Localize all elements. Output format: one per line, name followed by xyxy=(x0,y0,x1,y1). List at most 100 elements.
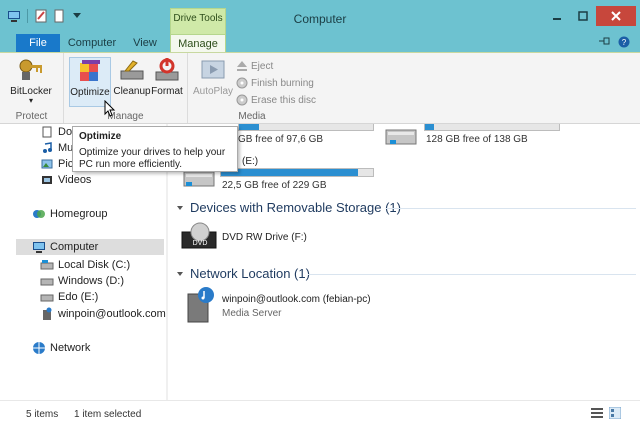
cleanup-icon xyxy=(118,57,146,83)
format-label: Format xyxy=(151,86,183,97)
eject-icon xyxy=(237,61,247,71)
finish-burning-button[interactable]: Finish burning xyxy=(236,75,314,91)
section-removable-storage[interactable]: Devices with Removable Storage (1) xyxy=(176,200,401,215)
tab-file[interactable]: File xyxy=(16,34,60,52)
nav-item-edo-e[interactable]: Edo (E:) xyxy=(40,289,98,305)
nav-item-label: Mu xyxy=(58,142,74,154)
nav-item-label: Videos xyxy=(58,174,92,186)
bitlocker-button[interactable]: BitLocker ▾ xyxy=(10,57,52,107)
section-divider xyxy=(386,208,636,209)
nav-item-documents[interactable]: Do xyxy=(40,124,72,140)
documents-icon xyxy=(40,125,54,139)
tab-manage[interactable]: Manage xyxy=(170,34,226,52)
drive-usage-fill xyxy=(425,124,435,130)
format-icon xyxy=(153,57,181,83)
nav-item-winpoin[interactable]: winpoin@outlook.com (f xyxy=(40,306,176,322)
close-button[interactable] xyxy=(596,6,636,26)
help-icon[interactable]: ? xyxy=(618,36,630,51)
burn-disc-icon xyxy=(236,77,248,89)
svg-text:DVD: DVD xyxy=(193,240,208,247)
status-item-count: 5 items xyxy=(26,409,59,420)
collapse-chevron-icon[interactable] xyxy=(176,200,184,215)
tab-view[interactable]: View xyxy=(124,34,166,52)
drive-icon xyxy=(40,290,54,304)
collapse-chevron-icon[interactable] xyxy=(176,266,184,281)
nav-item-network[interactable]: Network xyxy=(32,340,90,356)
tab-computer[interactable]: Computer xyxy=(64,34,120,52)
drive-icon xyxy=(40,274,54,288)
nav-item-music[interactable]: Mu xyxy=(40,140,73,156)
dvd-drive-icon: DVD xyxy=(181,222,217,249)
autoplay-button[interactable]: AutoPlay xyxy=(192,57,234,107)
optimize-icon xyxy=(76,58,104,84)
ribbon-group-manage: Optimize Cleanup Format Manage xyxy=(64,53,188,123)
nav-item-computer[interactable]: Computer xyxy=(16,239,164,255)
erase-disc-button[interactable]: Erase this disc xyxy=(236,92,316,108)
group-label-media: Media xyxy=(238,111,266,122)
nav-item-videos[interactable]: Videos xyxy=(40,172,91,188)
drive-usage-bar xyxy=(220,168,374,177)
windows-drive-icon xyxy=(385,129,417,145)
optimize-label: Optimize xyxy=(70,87,110,98)
chevron-down-icon: ▾ xyxy=(28,96,33,105)
erase-disc-label: Erase this disc xyxy=(251,94,317,106)
ribbon-controls: ? xyxy=(598,36,630,51)
content-pane: GB free of 97,6 GB 128 GB free of 138 GB… xyxy=(168,124,640,400)
dvd-drive-name: DVD RW Drive (F:) xyxy=(222,232,307,243)
maximize-button[interactable] xyxy=(570,6,596,26)
status-selected-count: 1 item selected xyxy=(74,409,142,420)
section-network-location[interactable]: Network Location (1) xyxy=(176,266,310,281)
group-label-manage: Manage xyxy=(107,111,144,122)
nav-item-windows-d[interactable]: Windows (D:) xyxy=(40,273,124,289)
windows-drive-icon xyxy=(40,258,54,272)
ribbon-manage: BitLocker ▾ Protect Optimize Cleanup For… xyxy=(0,52,640,124)
media-server-icon xyxy=(187,287,214,323)
eject-label: Eject xyxy=(251,60,274,72)
nav-item-label: winpoin@outlook.com (f xyxy=(58,308,176,320)
nav-item-local-disk-c[interactable]: Local Disk (C:) xyxy=(40,257,130,273)
pictures-icon xyxy=(40,157,54,171)
window-controls xyxy=(544,6,636,26)
homegroup-icon xyxy=(32,207,46,221)
nav-item-label: Network xyxy=(50,342,91,354)
nav-item-homegroup[interactable]: Homegroup xyxy=(32,206,107,222)
pin-ribbon-icon[interactable] xyxy=(598,36,612,51)
tooltip-text: Optimize your drives to help your PC run… xyxy=(79,147,226,170)
nav-item-label: Edo (E:) xyxy=(58,291,99,303)
optimize-tooltip: Optimize Optimize your drives to help yo… xyxy=(72,126,238,172)
minimize-button[interactable] xyxy=(544,6,570,26)
drive-free-space: 22,5 GB free of 229 GB xyxy=(222,180,327,191)
nav-item-pictures[interactable]: Pic xyxy=(40,156,73,172)
drive-free-space: GB free of 97,6 GB xyxy=(238,134,324,145)
drive-tile-local-disk[interactable]: 128 GB free of 138 GB xyxy=(380,124,580,154)
media-server-type: Media Server xyxy=(222,308,282,319)
computer-icon xyxy=(32,240,46,254)
tiles-view-icon[interactable] xyxy=(608,406,622,420)
drive-tile-windows-d[interactable]: GB free of 97,6 GB xyxy=(238,124,378,152)
media-server-tile[interactable]: winpoin@outlook.com (febian-pc) Media Se… xyxy=(180,286,440,326)
erase-disc-icon xyxy=(236,94,248,106)
bitlocker-icon xyxy=(17,57,45,83)
music-icon xyxy=(40,141,54,155)
group-label-protect: Protect xyxy=(15,111,48,122)
drive-usage-fill xyxy=(221,169,358,176)
nav-item-label: Local Disk (C:) xyxy=(58,259,131,271)
nav-item-label: Do xyxy=(58,126,73,138)
media-server-name: winpoin@outlook.com (febian-pc) xyxy=(222,294,371,305)
finish-burning-label: Finish burning xyxy=(251,77,314,89)
eject-button[interactable]: Eject xyxy=(236,58,273,74)
title-bar: Drive Tools Computer xyxy=(0,0,640,34)
network-icon xyxy=(32,341,46,355)
drive-name: (E:) xyxy=(242,156,259,167)
nav-item-label: Pic xyxy=(58,158,74,170)
drive-free-space: 128 GB free of 138 GB xyxy=(426,134,528,145)
dvd-drive-tile[interactable]: DVD DVD RW Drive (F:) xyxy=(180,222,400,258)
autoplay-label: AutoPlay xyxy=(192,86,234,97)
drive-usage-fill xyxy=(239,124,260,130)
format-button[interactable]: Format xyxy=(146,57,188,107)
ribbon-group-protect: BitLocker ▾ Protect xyxy=(0,53,64,123)
details-view-icon[interactable] xyxy=(590,406,604,420)
autoplay-icon xyxy=(199,57,227,83)
videos-icon xyxy=(40,173,54,187)
section-divider xyxy=(308,274,636,275)
